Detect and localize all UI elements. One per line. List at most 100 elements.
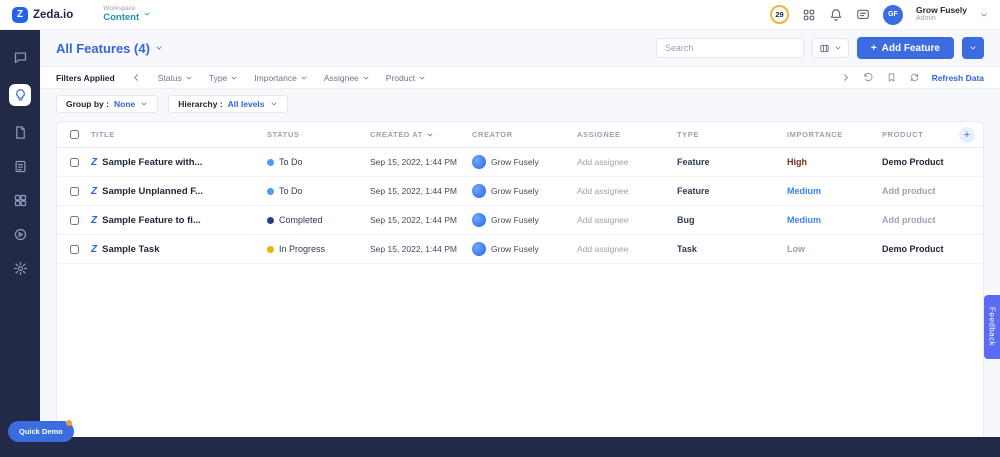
filters-scroll-right-icon[interactable] [840, 72, 851, 83]
history-icon[interactable] [863, 72, 874, 83]
group-by-value: None [113, 99, 136, 109]
column-assignee[interactable]: ASSIGNEE [577, 130, 677, 139]
workspace-switcher[interactable]: Workspace Content [103, 5, 151, 23]
add-assignee-button[interactable]: Add assignee [577, 215, 677, 225]
user-info: Grow Fusely Admin [916, 5, 967, 24]
filter-status[interactable]: Status [158, 73, 193, 83]
importance-label[interactable]: High [787, 157, 882, 167]
quick-demo-button[interactable]: Quick Demo [8, 420, 74, 442]
sidebar-docs-icon[interactable] [13, 125, 28, 140]
type-label: Bug [677, 215, 695, 225]
column-status[interactable]: STATUS [267, 130, 370, 139]
table-row[interactable]: Z Sample Unplanned F... To Do Sep 15, 20… [57, 177, 983, 206]
group-bar: Group by : None Hierarchy : All levels [40, 89, 1000, 119]
column-created-at[interactable]: CREATED AT [370, 130, 472, 139]
table-row[interactable]: Z Sample Feature to fi... Completed Sep … [57, 206, 983, 235]
add-assignee-button[interactable]: Add assignee [577, 186, 677, 196]
product-label[interactable]: Demo Product [882, 244, 983, 254]
feature-title[interactable]: Sample Feature to fi... [102, 215, 201, 226]
filter-product[interactable]: Product [386, 73, 426, 83]
hierarchy-label: Hierarchy : [178, 99, 223, 109]
page-title: All Features (4) [56, 40, 150, 56]
chevron-down-icon [419, 76, 425, 79]
features-table: TITLE STATUS CREATED AT CREATOR ASSIGNEE… [56, 121, 984, 437]
hierarchy-dropdown[interactable]: Hierarchy : All levels [168, 95, 288, 113]
apps-grid-icon[interactable] [802, 8, 816, 22]
add-column-button[interactable]: + [959, 127, 975, 143]
table-row[interactable]: Z Sample Feature with... To Do Sep 15, 2… [57, 148, 983, 177]
feature-doc-icon: Z [91, 156, 98, 168]
sync-icon[interactable] [909, 72, 920, 83]
credits-badge[interactable]: 29 [769, 5, 789, 24]
feature-title[interactable]: Sample Unplanned F... [102, 186, 203, 197]
chevron-down-icon [144, 13, 150, 16]
row-checkbox[interactable] [69, 215, 79, 225]
importance-label[interactable]: Medium [787, 215, 882, 225]
group-by-dropdown[interactable]: Group by : None [56, 95, 159, 113]
creator-name: Grow Fusely [491, 215, 539, 225]
status-cell[interactable]: To Do [267, 157, 370, 167]
app-logo[interactable]: Z Zeda.io [12, 6, 73, 23]
chat-icon[interactable] [856, 8, 870, 22]
zeda-logo-icon: Z [12, 6, 28, 23]
user-avatar[interactable]: GF [882, 4, 903, 25]
add-feature-more-button[interactable] [962, 37, 984, 59]
table-header-row: TITLE STATUS CREATED AT CREATOR ASSIGNEE… [57, 122, 983, 148]
status-cell[interactable]: In Progress [267, 244, 370, 254]
importance-label[interactable]: Medium [787, 186, 882, 196]
view-options-button[interactable] [811, 38, 849, 58]
sidebar-lists-icon[interactable] [13, 159, 28, 174]
refresh-data-link[interactable]: Refresh Data [932, 73, 984, 83]
creator-cell: Grow Fusely [472, 213, 577, 227]
chevron-down-icon [271, 102, 276, 106]
filter-importance[interactable]: Importance [254, 73, 308, 83]
type-label: Feature [677, 157, 710, 167]
column-title[interactable]: TITLE [91, 130, 267, 139]
creator-cell: Grow Fusely [472, 184, 577, 198]
add-assignee-button[interactable]: Add assignee [577, 157, 677, 167]
table-view-icon [820, 44, 829, 52]
column-importance[interactable]: IMPORTANCE [787, 130, 882, 139]
plus-icon: + [870, 42, 877, 54]
product-label[interactable]: Add product [882, 186, 983, 196]
sidebar-settings-icon[interactable] [13, 261, 28, 276]
sidebar-inbox-icon[interactable] [13, 50, 28, 65]
feature-title[interactable]: Sample Task [102, 244, 159, 255]
status-label: Completed [279, 215, 323, 225]
status-cell[interactable]: To Do [267, 186, 370, 196]
column-type[interactable]: TYPE [677, 130, 787, 139]
row-checkbox[interactable] [69, 244, 79, 254]
page-header-actions: + Add Feature [655, 37, 984, 59]
table-row[interactable]: Z Sample Task In Progress Sep 15, 2022, … [57, 235, 983, 264]
feature-doc-icon: Z [91, 243, 98, 255]
bell-icon[interactable] [829, 8, 843, 22]
creator-name: Grow Fusely [491, 157, 539, 167]
filter-bar: Filters Applied Status Type Importance A… [40, 66, 1000, 89]
creator-cell: Grow Fusely [472, 155, 577, 169]
page-title-dropdown[interactable]: All Features (4) [56, 41, 163, 56]
status-cell[interactable]: Completed [267, 215, 370, 225]
workspace-name: Content [103, 11, 140, 23]
bookmark-icon[interactable] [886, 72, 897, 83]
feedback-tab[interactable]: Feedback [984, 295, 1000, 359]
product-label[interactable]: Add product [882, 215, 983, 225]
feature-title[interactable]: Sample Feature with... [102, 157, 202, 168]
filters-applied-label: Filters Applied [56, 72, 115, 83]
filters-scroll-left-icon[interactable] [131, 72, 142, 83]
chevron-down-icon[interactable] [980, 11, 988, 19]
filter-type[interactable]: Type [209, 73, 238, 83]
product-label[interactable]: Demo Product [882, 157, 983, 167]
row-checkbox[interactable] [69, 186, 79, 196]
add-feature-button[interactable]: + Add Feature [856, 37, 954, 59]
importance-label[interactable]: Low [787, 244, 882, 254]
row-checkbox[interactable] [69, 157, 79, 167]
sidebar-academy-icon[interactable] [13, 227, 28, 242]
sidebar-item-features[interactable] [9, 84, 31, 106]
filter-assignee[interactable]: Assignee [324, 73, 370, 83]
select-all-checkbox[interactable] [69, 130, 79, 139]
column-creator[interactable]: CREATOR [472, 130, 577, 139]
add-assignee-button[interactable]: Add assignee [577, 244, 677, 254]
sidebar-apps-icon[interactable] [13, 193, 28, 208]
search-input[interactable] [655, 38, 804, 58]
creator-avatar [472, 213, 486, 227]
